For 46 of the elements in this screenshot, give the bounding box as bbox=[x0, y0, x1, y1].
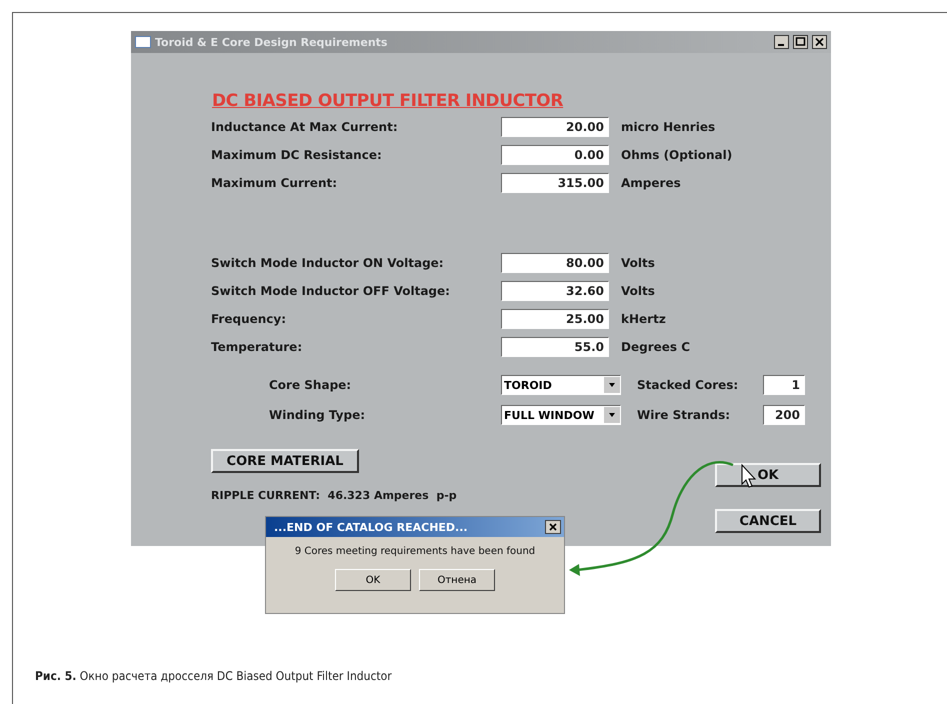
unit-label: Ohms (Optional) bbox=[621, 148, 732, 162]
ripple-current-text: RIPPLE CURRENT: 46.323 Amperes p-p bbox=[211, 489, 458, 502]
dropdown[interactable]: TOROID bbox=[501, 375, 621, 395]
dialog-button[interactable]: Отнена bbox=[419, 569, 495, 591]
input-field[interactable]: 25.00 bbox=[501, 309, 609, 329]
field-label: Wire Strands: bbox=[637, 408, 732, 422]
figure-caption: Рис. 5. Окно расчета дросселя DC Biased Output Filter Inductor bbox=[35, 669, 392, 683]
close-button[interactable] bbox=[545, 520, 561, 534]
dropdown[interactable]: FULL WINDOW bbox=[501, 405, 621, 425]
input-field[interactable]: 0.00 bbox=[501, 145, 609, 165]
input-field[interactable]: 315.00 bbox=[501, 173, 609, 193]
minimize-button[interactable] bbox=[774, 35, 789, 49]
field-label: Maximum DC Resistance: bbox=[211, 148, 383, 162]
input-field[interactable]: 32.60 bbox=[501, 281, 609, 301]
input-field[interactable]: 200 bbox=[763, 405, 805, 425]
unit-label: Degrees C bbox=[621, 340, 690, 354]
field-label: Winding Type: bbox=[268, 408, 366, 422]
core-material-button[interactable]: CORE MATERIAL bbox=[211, 449, 359, 473]
field-label: Temperature: bbox=[211, 340, 304, 354]
input-field[interactable]: 55.0 bbox=[501, 337, 609, 357]
field-label: Core Shape: bbox=[268, 378, 352, 392]
dialog-title: ...END OF CATALOG REACHED... bbox=[274, 520, 469, 534]
form-heading: DC BIASED OUTPUT FILTER INDUCTOR bbox=[212, 91, 564, 111]
ok-button[interactable]: OK bbox=[715, 463, 821, 487]
cancel-button[interactable]: CANCEL bbox=[715, 509, 821, 533]
field-label: Stacked Cores: bbox=[637, 378, 740, 392]
dialog-message: 9 Cores meeting requirements have been found bbox=[294, 546, 536, 557]
maximize-button[interactable] bbox=[793, 35, 808, 49]
unit-label: kHertz bbox=[621, 312, 666, 326]
window-icon bbox=[135, 36, 151, 48]
field-label: Maximum Current: bbox=[211, 176, 338, 190]
window-title: Toroid & E Core Design Requirements bbox=[155, 36, 388, 48]
field-label: Inductance At Max Current: bbox=[211, 120, 399, 134]
field-label: Switch Mode Inductor OFF Voltage: bbox=[211, 284, 451, 298]
unit-label: Amperes bbox=[621, 176, 681, 190]
field-label: Switch Mode Inductor ON Voltage: bbox=[211, 256, 445, 270]
input-field[interactable]: 20.00 bbox=[501, 117, 609, 137]
unit-label: Volts bbox=[621, 284, 655, 298]
unit-label: Volts bbox=[621, 256, 655, 270]
unit-label: micro Henries bbox=[621, 120, 716, 134]
cursor-icon bbox=[742, 464, 756, 488]
dialog-button[interactable]: OK bbox=[335, 569, 411, 591]
input-field[interactable]: 1 bbox=[763, 375, 805, 395]
close-button[interactable] bbox=[812, 35, 827, 49]
input-field[interactable]: 80.00 bbox=[501, 253, 609, 273]
field-label: Frequency: bbox=[211, 312, 288, 326]
